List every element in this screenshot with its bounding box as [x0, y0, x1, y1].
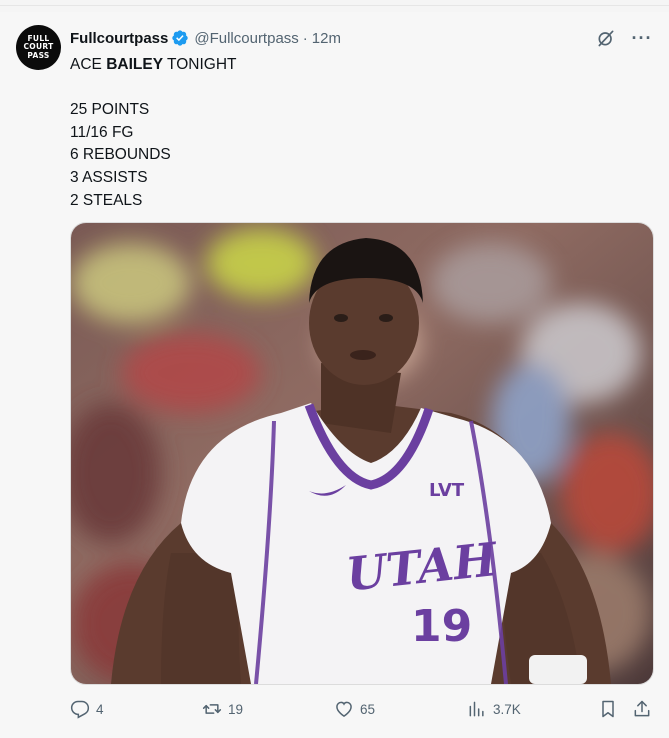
- user-handle[interactable]: @Fullcourtpass: [194, 30, 298, 47]
- bookmark-icon: [602, 700, 614, 718]
- repost-icon: [202, 704, 222, 714]
- headline-post: TONIGHT: [163, 56, 237, 73]
- headline-pre: ACE: [70, 56, 107, 73]
- avatar[interactable]: FULL COURT PASS: [16, 25, 61, 70]
- share-button[interactable]: [632, 698, 652, 720]
- tweet-header: Fullcourtpass @Fullcourtpass · 12m: [70, 28, 341, 48]
- jersey-sponsor: LVT: [429, 480, 465, 501]
- stat-line: 2 STEALS: [70, 191, 143, 209]
- reply-button[interactable]: 4: [70, 698, 104, 720]
- top-divider: [0, 5, 669, 6]
- display-name[interactable]: Fullcourtpass: [70, 30, 168, 47]
- like-count: 65: [360, 701, 376, 717]
- action-bar: 4 19 65 3.7K: [0, 698, 669, 720]
- stat-line: 3 ASSISTS: [70, 168, 148, 186]
- reply-icon: [70, 700, 90, 719]
- stat-line: 6 REBOUNDS: [70, 146, 171, 164]
- repost-button[interactable]: 19: [202, 698, 243, 720]
- stat-line: 25 POINTS: [70, 101, 150, 119]
- player-photo-illustration: LVT UTAH 19: [71, 223, 653, 684]
- views-icon: [469, 701, 484, 717]
- tweet-card[interactable]: FULL COURT PASS Fullcourtpass @Fullcourt…: [0, 12, 669, 738]
- verified-badge-icon: [172, 30, 189, 46]
- text-blank-line: [70, 77, 237, 100]
- share-icon: [634, 700, 650, 717]
- avatar-logo-text: FULL COURT PASS: [23, 33, 54, 60]
- views-count: 3.7K: [493, 701, 521, 717]
- header-actions: ···: [595, 27, 653, 49]
- more-icon[interactable]: ···: [631, 27, 653, 49]
- timestamp[interactable]: 12m: [312, 30, 341, 47]
- headline-line: ACE BAILEY TONIGHT: [70, 54, 237, 77]
- separator-dot: ·: [302, 29, 308, 47]
- repost-count: 19: [228, 701, 244, 717]
- heart-icon: [336, 701, 352, 717]
- tweet-photo[interactable]: LVT UTAH 19: [70, 222, 654, 685]
- bookmark-button[interactable]: [598, 698, 618, 720]
- like-button[interactable]: 65: [334, 698, 375, 720]
- headline-bold: BAILEY: [106, 56, 164, 73]
- stat-line: 11/16 FG: [70, 123, 134, 141]
- reply-count: 4: [96, 701, 104, 717]
- jersey-number: 19: [411, 601, 472, 652]
- tweet-text: ACE BAILEY TONIGHT 25 POINTS 11/16 FG 6 …: [70, 54, 237, 212]
- grok-icon[interactable]: [595, 27, 617, 49]
- views-button[interactable]: 3.7K: [467, 698, 521, 720]
